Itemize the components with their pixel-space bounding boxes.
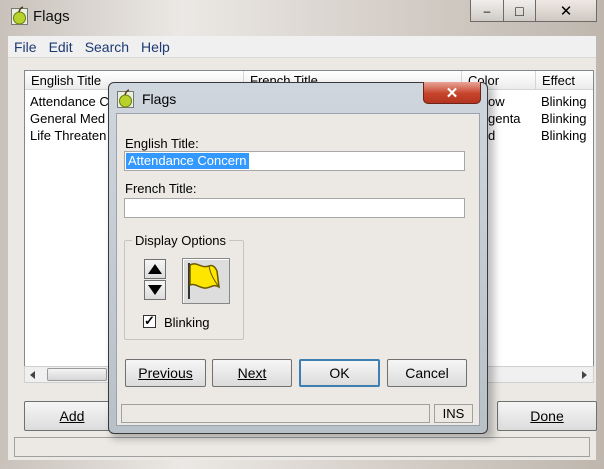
scroll-right-icon[interactable] xyxy=(582,371,588,379)
dialog-close-button[interactable]: ✕ xyxy=(423,82,481,104)
dialog-title: Flags xyxy=(142,91,177,107)
table-row-3-effect[interactable]: Blinking xyxy=(536,127,593,144)
cancel-button-label: Cancel xyxy=(405,365,449,381)
blinking-checkbox[interactable]: ✓ xyxy=(143,313,156,328)
menu-help[interactable]: Help xyxy=(135,39,176,55)
previous-button-label: Previous xyxy=(138,365,193,381)
table-row-1-english[interactable]: Attendance C xyxy=(25,93,115,110)
display-options-label: Display Options xyxy=(132,233,230,248)
dialog-app-icon xyxy=(117,89,134,108)
app-icon xyxy=(11,6,28,25)
close-icon: ✕ xyxy=(559,2,573,20)
arrow-up-icon xyxy=(148,264,162,274)
menu-file[interactable]: File xyxy=(8,39,43,55)
close-button[interactable]: ✕ xyxy=(535,0,597,22)
next-button-label: Next xyxy=(237,365,267,381)
flag-preview[interactable] xyxy=(182,258,230,304)
menu-search[interactable]: Search xyxy=(79,39,135,55)
add-button-label: Add xyxy=(59,408,85,424)
dialog-status-field xyxy=(121,404,430,423)
move-up-button[interactable] xyxy=(144,259,166,279)
maximize-button[interactable]: □ xyxy=(503,0,536,22)
maximize-icon: □ xyxy=(515,2,524,19)
ok-button-label: OK xyxy=(329,365,350,381)
arrow-down-icon xyxy=(148,285,162,295)
french-title-label: French Title: xyxy=(125,181,197,196)
french-title-input[interactable] xyxy=(124,198,465,218)
english-title-label-text: English Title: xyxy=(125,136,199,151)
minimize-button[interactable]: – xyxy=(470,0,504,22)
insert-mode-indicator: INS xyxy=(434,404,473,423)
english-title-value: Attendance Concern xyxy=(126,153,249,169)
minimize-icon: – xyxy=(483,3,491,18)
add-button[interactable]: Add xyxy=(24,401,120,431)
previous-button[interactable]: Previous xyxy=(125,359,206,387)
menu-bar: File Edit Search Help xyxy=(8,36,596,58)
english-title-input[interactable]: Attendance Concern xyxy=(124,151,465,171)
main-status-bar xyxy=(14,437,590,457)
table-row-2-english[interactable]: General Med xyxy=(25,110,115,127)
done-button[interactable]: Done xyxy=(497,401,597,431)
blinking-label: Blinking xyxy=(164,315,210,330)
table-row-1-effect[interactable]: Blinking xyxy=(536,93,593,110)
move-down-button[interactable] xyxy=(144,280,166,300)
table-row-3-english[interactable]: Life Threaten xyxy=(25,127,115,144)
english-title-label: English Title: xyxy=(125,136,199,151)
scroll-thumb[interactable] xyxy=(47,368,107,381)
menu-edit[interactable]: Edit xyxy=(43,39,79,55)
close-icon: ✕ xyxy=(445,84,459,102)
done-button-label: Done xyxy=(530,408,564,424)
ok-button[interactable]: OK xyxy=(299,359,380,387)
scroll-left-icon[interactable] xyxy=(30,371,36,379)
window-title: Flags xyxy=(33,8,70,25)
next-button[interactable]: Next xyxy=(212,359,292,387)
column-effect[interactable]: Effect xyxy=(536,71,593,90)
cancel-button[interactable]: Cancel xyxy=(387,359,467,387)
yellow-flag-icon xyxy=(188,263,220,299)
checkmark-icon: ✓ xyxy=(144,313,155,328)
table-row-2-effect[interactable]: Blinking xyxy=(536,110,593,127)
